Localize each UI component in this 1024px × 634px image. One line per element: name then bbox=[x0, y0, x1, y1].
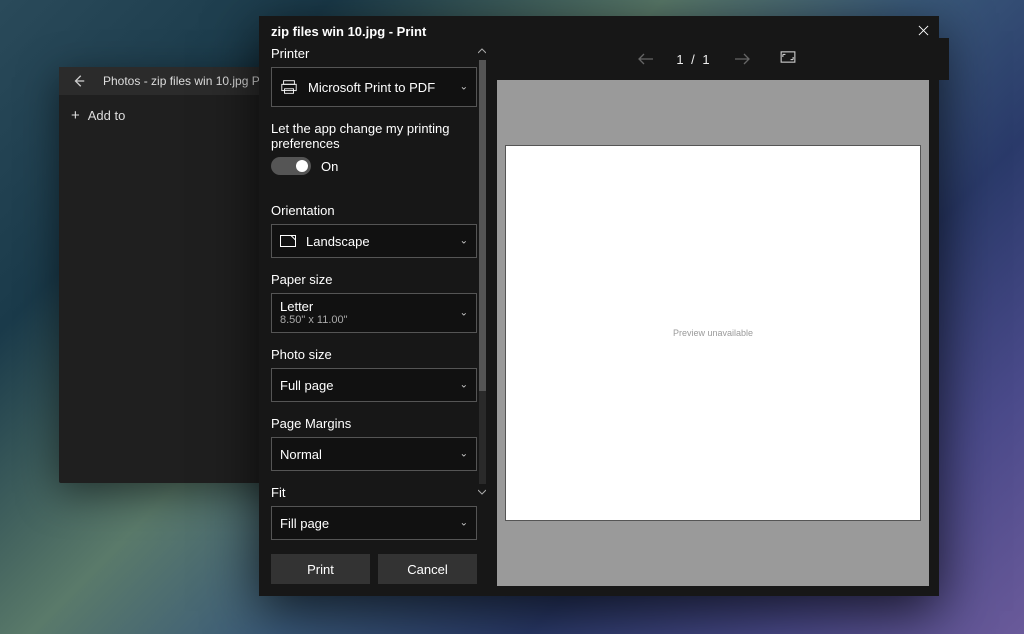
orientation-label: Orientation bbox=[271, 203, 477, 218]
cancel-button[interactable]: Cancel bbox=[378, 554, 477, 584]
page-margins-dropdown[interactable]: Normal ⌄ bbox=[271, 437, 477, 471]
preferences-toggle[interactable] bbox=[271, 157, 311, 175]
preview-pane: Preview unavailable bbox=[497, 80, 929, 586]
dialog-button-row: Print Cancel bbox=[271, 546, 491, 596]
chevron-down-icon: ⌄ bbox=[460, 449, 468, 460]
orientation-value: Landscape bbox=[306, 234, 370, 249]
orientation-dropdown[interactable]: Landscape ⌄ bbox=[271, 224, 477, 258]
chevron-down-icon: ⌄ bbox=[460, 380, 468, 391]
paper-size-dropdown[interactable]: Letter 8.50" x 11.00" ⌄ bbox=[271, 293, 477, 333]
close-button[interactable] bbox=[899, 23, 929, 39]
paper-size-subtext: 8.50" x 11.00" bbox=[280, 314, 348, 327]
fit-value: Fill page bbox=[280, 516, 329, 531]
print-button[interactable]: Print bbox=[271, 554, 370, 584]
printer-value: Microsoft Print to PDF bbox=[308, 80, 435, 95]
back-button[interactable] bbox=[59, 67, 99, 95]
toggle-knob bbox=[296, 160, 308, 172]
chevron-down-icon: ⌄ bbox=[460, 308, 468, 319]
printer-dropdown[interactable]: Microsoft Print to PDF ⌄ bbox=[271, 67, 477, 107]
scrollbar-track[interactable] bbox=[479, 60, 486, 484]
arrow-left-icon bbox=[638, 53, 654, 65]
chevron-down-icon: ⌄ bbox=[460, 236, 468, 247]
dialog-body: Printer Microsoft Print to PDF ⌄ Let the… bbox=[259, 46, 939, 596]
print-options-panel: Printer Microsoft Print to PDF ⌄ Let the… bbox=[259, 46, 491, 596]
prev-page-button[interactable] bbox=[638, 49, 654, 70]
photo-size-label: Photo size bbox=[271, 347, 477, 362]
preview-unavailable-text: Preview unavailable bbox=[673, 328, 753, 338]
scroll-up-button[interactable] bbox=[477, 46, 487, 57]
fullscreen-icon bbox=[780, 51, 796, 63]
page-margins-value: Normal bbox=[280, 447, 322, 462]
add-to-button[interactable]: + Add to bbox=[71, 108, 125, 123]
preview-navigation: 1 / 1 bbox=[485, 38, 949, 80]
add-to-label: Add to bbox=[88, 108, 126, 123]
scrollbar-thumb[interactable] bbox=[479, 60, 486, 391]
arrow-right-icon bbox=[734, 53, 750, 65]
fit-label: Fit bbox=[271, 485, 477, 500]
preview-page: Preview unavailable bbox=[505, 145, 921, 521]
next-page-button[interactable] bbox=[734, 49, 750, 70]
chevron-up-icon bbox=[478, 48, 486, 54]
paper-size-value: Letter bbox=[280, 299, 348, 315]
back-arrow-icon bbox=[72, 74, 86, 88]
dialog-title: zip files win 10.jpg - Print bbox=[271, 24, 426, 39]
plus-icon: + bbox=[71, 108, 80, 123]
close-icon bbox=[918, 25, 929, 36]
page-margins-label: Page Margins bbox=[271, 416, 477, 431]
toggle-state-label: On bbox=[321, 159, 338, 174]
chevron-down-icon: ⌄ bbox=[460, 518, 468, 529]
scroll-down-button[interactable] bbox=[477, 487, 487, 498]
photo-size-dropdown[interactable]: Full page ⌄ bbox=[271, 368, 477, 402]
fit-dropdown[interactable]: Fill page ⌄ bbox=[271, 506, 477, 540]
print-dialog: zip files win 10.jpg - Print Printer bbox=[259, 16, 939, 596]
preferences-text: Let the app change my printing preferenc… bbox=[271, 121, 477, 151]
preferences-toggle-row: On bbox=[271, 157, 477, 175]
paper-size-label: Paper size bbox=[271, 272, 477, 287]
page-counter: 1 / 1 bbox=[676, 52, 711, 67]
preview-area: Preview unavailable bbox=[497, 80, 929, 586]
photo-size-value: Full page bbox=[280, 378, 333, 393]
chevron-down-icon: ⌄ bbox=[460, 82, 468, 93]
options-scroll-area: Printer Microsoft Print to PDF ⌄ Let the… bbox=[271, 46, 491, 546]
landscape-icon bbox=[280, 235, 296, 247]
chevron-down-icon bbox=[478, 489, 486, 495]
printer-label: Printer bbox=[271, 46, 477, 61]
printer-icon bbox=[280, 78, 298, 96]
fullscreen-button[interactable] bbox=[780, 50, 796, 68]
